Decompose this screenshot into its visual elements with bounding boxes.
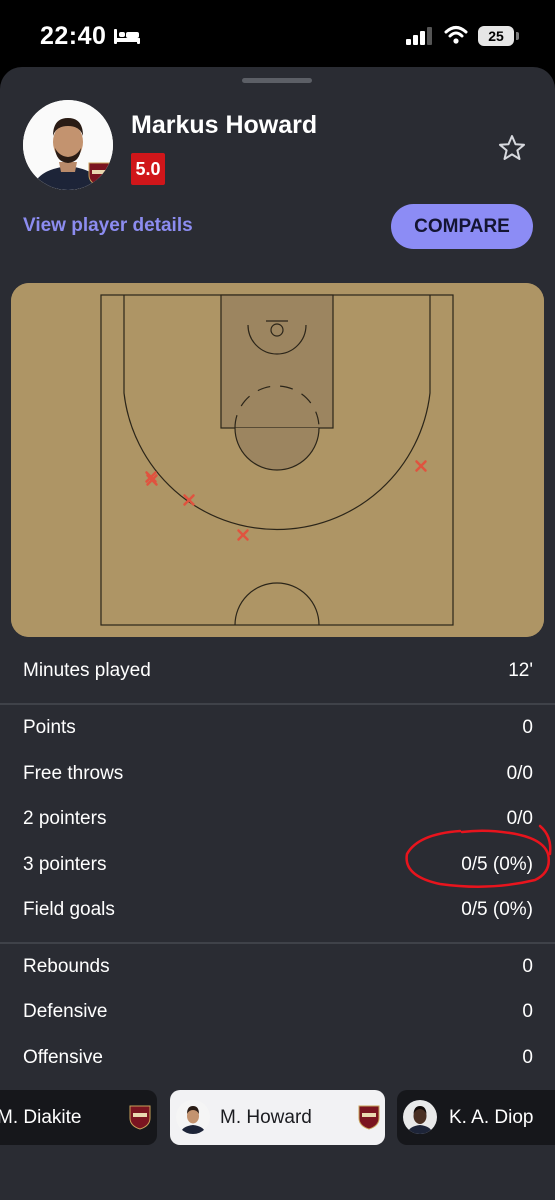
stat-value: 0/0: [506, 763, 533, 784]
player-chip-howard[interactable]: M. Howard: [170, 1090, 385, 1145]
stat-value: 0: [522, 956, 533, 977]
wifi-icon: [444, 26, 468, 44]
player-chip-diakite[interactable]: M. Diakite: [0, 1090, 157, 1145]
stat-row-rebounds: Rebounds 0: [23, 952, 533, 982]
status-bar: 22:40 25: [0, 0, 555, 70]
divider: [0, 942, 555, 944]
shot-chart: [11, 283, 544, 637]
stat-label: Offensive: [23, 1047, 103, 1068]
battery-tip: [516, 32, 519, 40]
stat-value: 0: [522, 1047, 533, 1068]
star-icon[interactable]: [497, 133, 527, 163]
stat-label: 2 pointers: [23, 808, 107, 829]
stat-row-free-throws: Free throws 0/0: [23, 759, 533, 789]
sheet-drag-handle[interactable]: [242, 78, 312, 83]
team-badge-icon: [129, 1105, 151, 1130]
player-chip-name: M. Diakite: [0, 1107, 82, 1128]
battery-level: 25: [478, 26, 514, 46]
stat-label: Free throws: [23, 763, 124, 784]
stat-value: 0: [522, 1001, 533, 1022]
view-player-details-link[interactable]: View player details: [23, 215, 193, 237]
stat-label: 3 pointers: [23, 854, 107, 875]
stat-row-minutes: Minutes played 12': [23, 656, 533, 686]
player-chip-avatar: [176, 1100, 210, 1134]
signal-icon: [406, 27, 432, 45]
player-chip-diop[interactable]: K. A. Diop: [397, 1090, 555, 1145]
stat-value: 0/5 (0%): [461, 899, 533, 920]
player-avatar: [23, 100, 113, 190]
stat-label: Points: [23, 717, 76, 738]
shot-chart-court: [11, 283, 544, 637]
bed-icon: [114, 29, 140, 44]
stat-label: Rebounds: [23, 956, 110, 977]
compare-button[interactable]: COMPARE: [391, 204, 533, 249]
team-badge-icon: [358, 1105, 380, 1130]
stat-label: Minutes played: [23, 660, 151, 681]
stat-row-points: Points 0: [23, 713, 533, 743]
stat-row-field-goals: Field goals 0/5 (0%): [23, 895, 533, 925]
player-sheet: Markus Howard 5.0 View player details CO…: [0, 67, 555, 1200]
paint-area: [220, 294, 334, 429]
stat-value: 12': [508, 660, 533, 681]
stat-row-offensive: Offensive 0: [23, 1043, 533, 1073]
divider: [0, 703, 555, 705]
player-chip-avatar: [403, 1100, 437, 1134]
team-badge-icon: [88, 162, 110, 187]
stat-value: 0: [522, 717, 533, 738]
stat-row-defensive: Defensive 0: [23, 997, 533, 1027]
status-time: 22:40: [40, 22, 107, 50]
player-rating-badge: 5.0: [131, 153, 165, 185]
player-name: Markus Howard: [131, 111, 318, 139]
player-chip-name: K. A. Diop: [449, 1107, 534, 1128]
player-chip-name: M. Howard: [220, 1107, 312, 1128]
red-circle-annotation: [405, 824, 552, 888]
stat-label: Defensive: [23, 1001, 108, 1022]
stat-label: Field goals: [23, 899, 115, 920]
player-switcher: M. Diakite M. Howard K. A. Diop: [0, 1082, 555, 1200]
